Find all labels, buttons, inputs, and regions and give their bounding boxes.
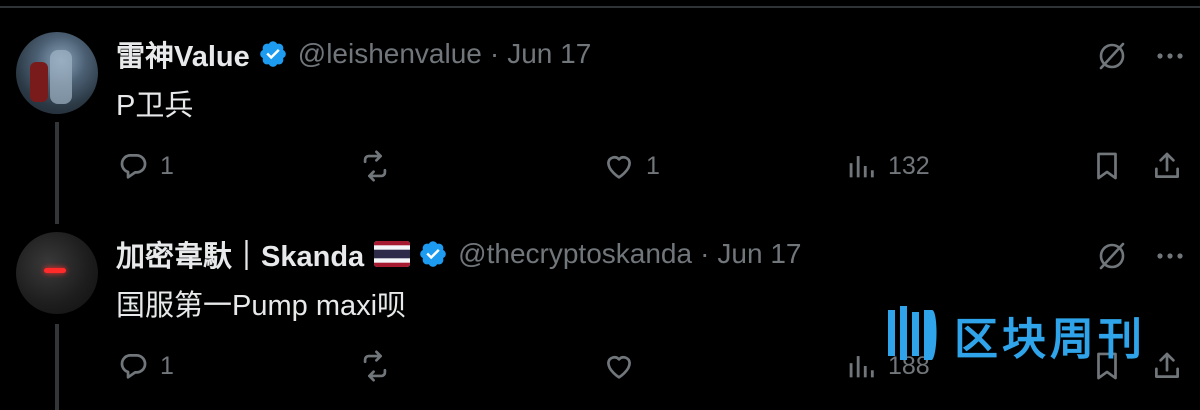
share-icon: [1155, 352, 1179, 378]
reply-icon: [120, 354, 147, 379]
retweet-icon: [363, 350, 387, 382]
separator-dot: ·: [489, 38, 500, 69]
tweet-text: 国服第一Pump maxi呗: [116, 290, 407, 322]
like-count: 1: [646, 151, 660, 180]
grok-icon[interactable]: [1094, 38, 1130, 74]
reply-button[interactable]: 1: [116, 344, 174, 388]
verified-badge-icon[interactable]: [418, 239, 448, 269]
watermark-text: 区块周刊: [954, 315, 1146, 364]
view-count: 132: [888, 151, 930, 180]
avatar-cape-shape: [30, 62, 48, 102]
avatar[interactable]: [16, 232, 98, 314]
tweet-header: 雷神Value @leishenvalue · Jun 17: [116, 33, 591, 75]
top-divider: [0, 6, 1200, 8]
avatar[interactable]: [16, 32, 98, 114]
bookmark-button[interactable]: [1090, 144, 1124, 188]
tweet[interactable]: 雷神Value @leishenvalue · Jun 17 P卫兵 1 1 1…: [0, 22, 1200, 224]
grok-icon[interactable]: [1094, 238, 1130, 274]
heart-icon: [607, 156, 631, 179]
retweet-button[interactable]: [358, 144, 402, 188]
heart-icon: [607, 356, 631, 379]
tweet-date[interactable]: Jun 17: [507, 38, 591, 70]
views-button[interactable]: 132: [844, 144, 930, 188]
user-handle[interactable]: @thecryptoskanda: [458, 238, 692, 270]
user-handle[interactable]: @leishenvalue: [298, 38, 482, 70]
reply-icon: [120, 154, 147, 179]
tweet-header: 加密韋馱｜Skanda @thecryptoskanda · Jun 17: [116, 233, 801, 275]
more-options-icon[interactable]: [1152, 238, 1188, 274]
like-button[interactable]: [602, 344, 646, 388]
like-button[interactable]: 1: [602, 144, 660, 188]
share-button[interactable]: [1150, 144, 1184, 188]
avatar-red-eye-shape: [44, 268, 66, 273]
views-bar-chart-icon: [849, 156, 874, 178]
retweet-icon: [363, 150, 387, 182]
verified-badge-icon[interactable]: [258, 39, 288, 69]
avatar-figure-shape: [50, 50, 72, 104]
tweet-date[interactable]: Jun 17: [717, 238, 801, 270]
action-bar: 1 1 132: [0, 144, 1200, 188]
reply-count: 1: [160, 151, 174, 180]
share-button[interactable]: [1150, 344, 1184, 388]
share-icon: [1155, 152, 1179, 178]
bookmark-icon: [1097, 152, 1117, 180]
display-name[interactable]: 加密韋馱｜Skanda: [116, 233, 364, 275]
watermark: 区块周刊: [884, 302, 1146, 368]
reply-count: 1: [160, 351, 174, 380]
watermark-logo-icon: [888, 306, 937, 360]
more-options-icon[interactable]: [1152, 38, 1188, 74]
tweet-text: P卫兵: [116, 90, 194, 122]
thailand-flag-icon: [374, 241, 411, 267]
separator-dot: ·: [700, 238, 710, 269]
display-name[interactable]: 雷神Value: [116, 33, 250, 75]
views-bar-chart-icon: [849, 356, 874, 378]
retweet-button[interactable]: [358, 344, 402, 388]
reply-button[interactable]: 1: [116, 144, 174, 188]
